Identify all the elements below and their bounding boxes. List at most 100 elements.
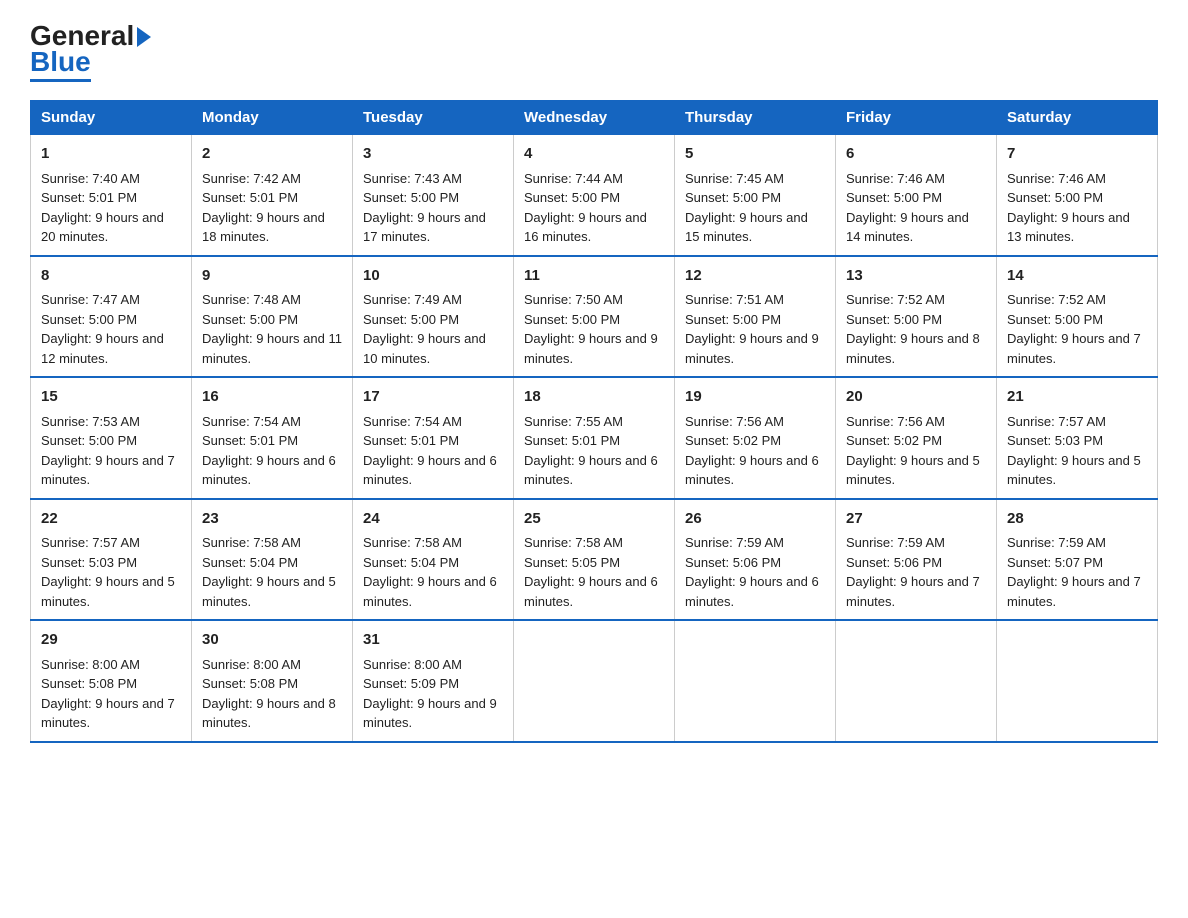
week-row-4: 22 Sunrise: 7:57 AMSunset: 5:03 PMDaylig… — [31, 499, 1158, 621]
day-cell: 21 Sunrise: 7:57 AMSunset: 5:03 PMDaylig… — [997, 377, 1158, 499]
day-info: Sunrise: 7:42 AMSunset: 5:01 PMDaylight:… — [202, 171, 325, 245]
day-info: Sunrise: 7:57 AMSunset: 5:03 PMDaylight:… — [41, 535, 175, 609]
day-number: 24 — [363, 508, 503, 531]
day-number: 16 — [202, 386, 342, 409]
day-cell: 30 Sunrise: 8:00 AMSunset: 5:08 PMDaylig… — [192, 620, 353, 742]
day-cell: 20 Sunrise: 7:56 AMSunset: 5:02 PMDaylig… — [836, 377, 997, 499]
day-cell: 4 Sunrise: 7:44 AMSunset: 5:00 PMDayligh… — [514, 135, 675, 256]
logo: General Blue — [30, 20, 151, 82]
day-number: 28 — [1007, 508, 1147, 531]
day-number: 29 — [41, 629, 181, 652]
day-number: 30 — [202, 629, 342, 652]
header-sunday: Sunday — [31, 101, 192, 135]
day-number: 25 — [524, 508, 664, 531]
day-number: 21 — [1007, 386, 1147, 409]
day-info: Sunrise: 7:43 AMSunset: 5:00 PMDaylight:… — [363, 171, 486, 245]
day-cell — [514, 620, 675, 742]
day-cell: 25 Sunrise: 7:58 AMSunset: 5:05 PMDaylig… — [514, 499, 675, 621]
day-number: 20 — [846, 386, 986, 409]
week-row-2: 8 Sunrise: 7:47 AMSunset: 5:00 PMDayligh… — [31, 256, 1158, 378]
page-header: General Blue — [30, 20, 1158, 82]
day-info: Sunrise: 8:00 AMSunset: 5:09 PMDaylight:… — [363, 657, 497, 731]
day-number: 22 — [41, 508, 181, 531]
header-friday: Friday — [836, 101, 997, 135]
day-cell: 27 Sunrise: 7:59 AMSunset: 5:06 PMDaylig… — [836, 499, 997, 621]
day-info: Sunrise: 7:50 AMSunset: 5:00 PMDaylight:… — [524, 292, 658, 366]
day-info: Sunrise: 7:51 AMSunset: 5:00 PMDaylight:… — [685, 292, 819, 366]
day-number: 9 — [202, 265, 342, 288]
logo-arrow-icon — [137, 27, 151, 47]
day-number: 15 — [41, 386, 181, 409]
header-wednesday: Wednesday — [514, 101, 675, 135]
day-info: Sunrise: 7:57 AMSunset: 5:03 PMDaylight:… — [1007, 414, 1141, 488]
calendar-table: SundayMondayTuesdayWednesdayThursdayFrid… — [30, 100, 1158, 743]
calendar-header-row: SundayMondayTuesdayWednesdayThursdayFrid… — [31, 101, 1158, 135]
day-info: Sunrise: 7:56 AMSunset: 5:02 PMDaylight:… — [685, 414, 819, 488]
day-number: 23 — [202, 508, 342, 531]
day-cell — [836, 620, 997, 742]
day-info: Sunrise: 7:54 AMSunset: 5:01 PMDaylight:… — [202, 414, 336, 488]
day-cell: 18 Sunrise: 7:55 AMSunset: 5:01 PMDaylig… — [514, 377, 675, 499]
week-row-5: 29 Sunrise: 8:00 AMSunset: 5:08 PMDaylig… — [31, 620, 1158, 742]
day-number: 19 — [685, 386, 825, 409]
day-cell: 19 Sunrise: 7:56 AMSunset: 5:02 PMDaylig… — [675, 377, 836, 499]
day-number: 14 — [1007, 265, 1147, 288]
day-cell: 15 Sunrise: 7:53 AMSunset: 5:00 PMDaylig… — [31, 377, 192, 499]
header-tuesday: Tuesday — [353, 101, 514, 135]
day-info: Sunrise: 7:58 AMSunset: 5:04 PMDaylight:… — [202, 535, 336, 609]
day-number: 12 — [685, 265, 825, 288]
day-cell: 12 Sunrise: 7:51 AMSunset: 5:00 PMDaylig… — [675, 256, 836, 378]
day-info: Sunrise: 7:59 AMSunset: 5:06 PMDaylight:… — [685, 535, 819, 609]
header-monday: Monday — [192, 101, 353, 135]
day-cell: 17 Sunrise: 7:54 AMSunset: 5:01 PMDaylig… — [353, 377, 514, 499]
day-info: Sunrise: 8:00 AMSunset: 5:08 PMDaylight:… — [41, 657, 175, 731]
day-info: Sunrise: 7:53 AMSunset: 5:00 PMDaylight:… — [41, 414, 175, 488]
day-info: Sunrise: 7:59 AMSunset: 5:06 PMDaylight:… — [846, 535, 980, 609]
day-info: Sunrise: 7:45 AMSunset: 5:00 PMDaylight:… — [685, 171, 808, 245]
day-number: 3 — [363, 143, 503, 166]
day-number: 13 — [846, 265, 986, 288]
day-info: Sunrise: 7:55 AMSunset: 5:01 PMDaylight:… — [524, 414, 658, 488]
day-number: 8 — [41, 265, 181, 288]
day-info: Sunrise: 7:46 AMSunset: 5:00 PMDaylight:… — [846, 171, 969, 245]
day-number: 17 — [363, 386, 503, 409]
day-number: 2 — [202, 143, 342, 166]
day-number: 27 — [846, 508, 986, 531]
day-cell: 29 Sunrise: 8:00 AMSunset: 5:08 PMDaylig… — [31, 620, 192, 742]
day-cell — [675, 620, 836, 742]
day-info: Sunrise: 7:54 AMSunset: 5:01 PMDaylight:… — [363, 414, 497, 488]
day-cell: 22 Sunrise: 7:57 AMSunset: 5:03 PMDaylig… — [31, 499, 192, 621]
day-cell: 6 Sunrise: 7:46 AMSunset: 5:00 PMDayligh… — [836, 135, 997, 256]
day-cell: 10 Sunrise: 7:49 AMSunset: 5:00 PMDaylig… — [353, 256, 514, 378]
day-info: Sunrise: 7:58 AMSunset: 5:05 PMDaylight:… — [524, 535, 658, 609]
day-info: Sunrise: 7:59 AMSunset: 5:07 PMDaylight:… — [1007, 535, 1141, 609]
day-info: Sunrise: 7:52 AMSunset: 5:00 PMDaylight:… — [1007, 292, 1141, 366]
day-number: 7 — [1007, 143, 1147, 166]
logo-blue-word: Blue — [30, 46, 91, 78]
header-saturday: Saturday — [997, 101, 1158, 135]
day-number: 11 — [524, 265, 664, 288]
day-cell: 5 Sunrise: 7:45 AMSunset: 5:00 PMDayligh… — [675, 135, 836, 256]
day-cell: 1 Sunrise: 7:40 AMSunset: 5:01 PMDayligh… — [31, 135, 192, 256]
day-cell: 28 Sunrise: 7:59 AMSunset: 5:07 PMDaylig… — [997, 499, 1158, 621]
logo-blue-section: Blue — [30, 52, 91, 82]
day-info: Sunrise: 7:47 AMSunset: 5:00 PMDaylight:… — [41, 292, 164, 366]
day-info: Sunrise: 7:56 AMSunset: 5:02 PMDaylight:… — [846, 414, 980, 488]
day-info: Sunrise: 7:49 AMSunset: 5:00 PMDaylight:… — [363, 292, 486, 366]
day-cell: 3 Sunrise: 7:43 AMSunset: 5:00 PMDayligh… — [353, 135, 514, 256]
header-thursday: Thursday — [675, 101, 836, 135]
day-info: Sunrise: 8:00 AMSunset: 5:08 PMDaylight:… — [202, 657, 336, 731]
day-info: Sunrise: 7:44 AMSunset: 5:00 PMDaylight:… — [524, 171, 647, 245]
day-info: Sunrise: 7:58 AMSunset: 5:04 PMDaylight:… — [363, 535, 497, 609]
day-number: 18 — [524, 386, 664, 409]
day-cell: 31 Sunrise: 8:00 AMSunset: 5:09 PMDaylig… — [353, 620, 514, 742]
day-info: Sunrise: 7:52 AMSunset: 5:00 PMDaylight:… — [846, 292, 980, 366]
day-number: 5 — [685, 143, 825, 166]
week-row-1: 1 Sunrise: 7:40 AMSunset: 5:01 PMDayligh… — [31, 135, 1158, 256]
day-number: 26 — [685, 508, 825, 531]
day-number: 6 — [846, 143, 986, 166]
logo-underline — [30, 79, 91, 82]
day-cell: 16 Sunrise: 7:54 AMSunset: 5:01 PMDaylig… — [192, 377, 353, 499]
day-cell: 24 Sunrise: 7:58 AMSunset: 5:04 PMDaylig… — [353, 499, 514, 621]
day-cell: 26 Sunrise: 7:59 AMSunset: 5:06 PMDaylig… — [675, 499, 836, 621]
